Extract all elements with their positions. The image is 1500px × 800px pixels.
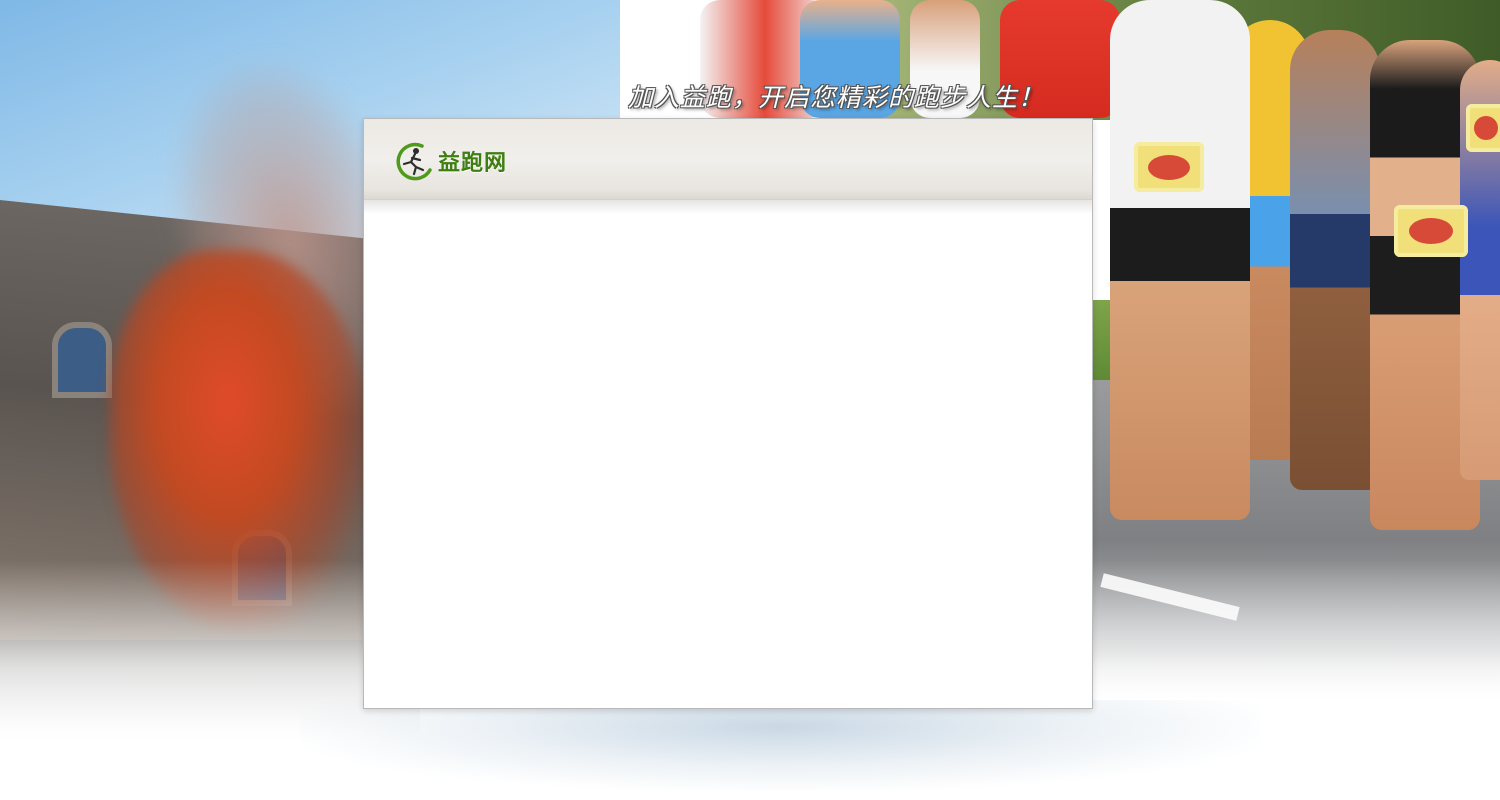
panel-header: 益跑网 (364, 119, 1092, 200)
bottom-glow (300, 700, 1260, 790)
building-window (52, 322, 112, 398)
logo-text: 益跑网 (438, 151, 508, 176)
race-bib (1394, 205, 1468, 257)
panel-body (364, 214, 1092, 708)
race-bib (1466, 104, 1500, 152)
runner-logo-icon (396, 142, 432, 181)
header-shadow (364, 200, 1092, 214)
race-bib (1134, 142, 1204, 192)
runner (1290, 30, 1380, 490)
content-panel: 益跑网 (363, 118, 1093, 709)
runner (1110, 0, 1250, 520)
site-logo[interactable]: 益跑网 (392, 139, 507, 183)
slogan: 加入益跑，开启您精彩的跑步人生！ (628, 83, 1045, 112)
page: 加入益跑，开启您精彩的跑步人生！ 益跑网 (0, 0, 1500, 800)
